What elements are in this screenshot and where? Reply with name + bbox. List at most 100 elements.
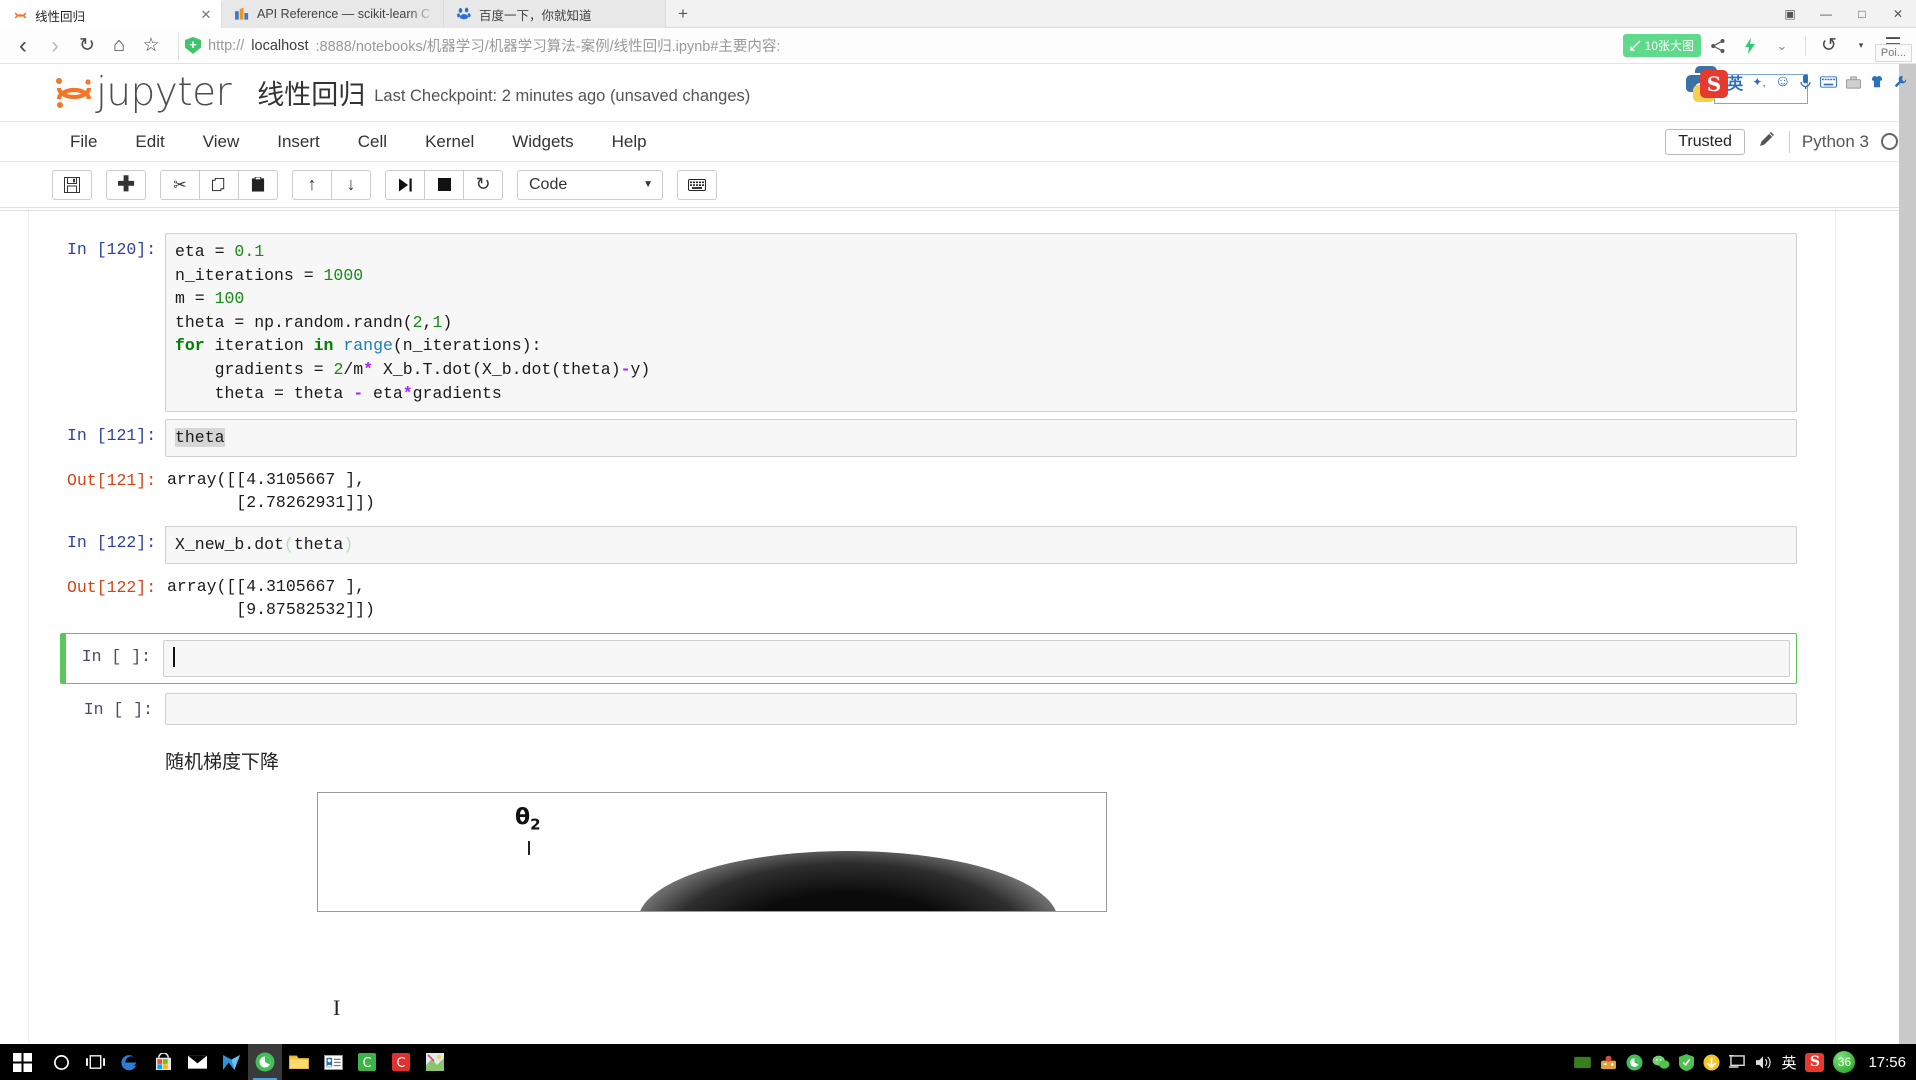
browser-icon[interactable] — [1626, 1053, 1643, 1071]
menu-widgets[interactable]: Widgets — [494, 128, 591, 156]
forward-icon[interactable]: › — [40, 31, 70, 61]
nvidia-icon[interactable] — [1574, 1056, 1592, 1069]
keyboard-icon[interactable] — [677, 169, 717, 200]
star-icon[interactable]: ✦, — [1752, 75, 1765, 89]
notebook-scroll-area[interactable]: In [120]: eta = 0.1 n_iterations = 1000 … — [0, 210, 1916, 1044]
taskbar-clock[interactable]: 17:56 — [1864, 1054, 1906, 1071]
window-vertical-scrollbar[interactable] — [1899, 64, 1916, 1044]
cmd-red-icon[interactable]: C — [384, 1044, 418, 1080]
menu-edit[interactable]: Edit — [117, 128, 182, 156]
display-icon[interactable] — [1729, 1054, 1746, 1070]
menu-file[interactable]: File — [52, 128, 115, 156]
toolbar-group-move: ↑ ↓ — [292, 169, 371, 200]
menu-kernel[interactable]: Kernel — [407, 128, 492, 156]
task-view-icon[interactable] — [78, 1044, 112, 1080]
home-icon[interactable]: ⌂ — [104, 31, 134, 61]
cell-input-editor[interactable] — [165, 693, 1797, 726]
cell-input-editor[interactable]: X_new_b.dot(theta) — [165, 525, 1797, 564]
kernel-idle-icon[interactable] — [1881, 133, 1898, 150]
soft-keyboard-icon[interactable] — [1820, 76, 1837, 88]
bookmark-star-icon[interactable]: ☆ — [136, 31, 166, 61]
browser-tab-2[interactable]: 百度一下，你就知道 — [444, 0, 666, 28]
update-icon[interactable] — [1703, 1053, 1720, 1071]
back-icon[interactable]: ‹ — [8, 31, 38, 61]
close-window-button[interactable]: ✕ — [1880, 0, 1916, 28]
paste-icon[interactable] — [238, 169, 278, 200]
cortana-search-icon[interactable] — [44, 1044, 78, 1080]
run-icon[interactable] — [385, 169, 425, 200]
code-cell-122[interactable]: In [122]: X_new_b.dot(theta) — [67, 525, 1797, 564]
volume-icon[interactable] — [1755, 1055, 1772, 1070]
trust-status-badge[interactable]: Trusted — [1665, 128, 1745, 155]
cell-input-editor[interactable]: eta = 0.1 n_iterations = 1000 m = 100 th… — [165, 233, 1797, 413]
jupyter-logo[interactable]: jupyter — [52, 70, 232, 115]
copy-icon[interactable] — [199, 169, 239, 200]
reload-icon[interactable]: ↻ — [72, 31, 102, 61]
close-icon[interactable]: ✕ — [199, 8, 213, 22]
checkpoint-status: Last Checkpoint: 2 minutes ago (unsaved … — [374, 86, 751, 105]
browser-tab-0[interactable]: 线性回归 ✕ — [0, 0, 222, 28]
cell-input-editor[interactable] — [163, 639, 1790, 678]
cell-output-text: array([[4.3105667 ], [9.87582532]]) — [167, 576, 375, 620]
notebook-title[interactable]: 线性回归 — [257, 73, 365, 112]
markdown-text: 随机梯度下降 — [165, 751, 280, 774]
cell-prompt-out: Out[122]: — [67, 577, 157, 597]
code-cell-empty[interactable]: In [ ]: — [67, 693, 1797, 726]
edge-browser-icon[interactable] — [112, 1044, 146, 1080]
big-image-badge[interactable]: 10张大图 — [1622, 34, 1701, 57]
file-explorer-icon[interactable] — [282, 1044, 316, 1080]
sogou-icon[interactable]: S — [1805, 1052, 1825, 1072]
skin-icon[interactable] — [1870, 75, 1884, 89]
minimize-window-button[interactable]: — — [1808, 0, 1844, 28]
maximize-window-button[interactable]: □ — [1844, 0, 1880, 28]
ime-language-indicator[interactable]: 英 — [1781, 1052, 1796, 1073]
chrome-green-browser-icon[interactable] — [248, 1044, 282, 1080]
mail-icon[interactable] — [180, 1044, 214, 1080]
browser-window: 线性回归 ✕ API Reference — scikit-learn C 百度… — [0, 0, 1916, 1080]
paint-icon[interactable] — [418, 1044, 452, 1080]
menu-insert[interactable]: Insert — [259, 128, 338, 156]
browser-navbar: ‹ › ↻ ⌂ ☆ http:// localhost:8888/notebook… — [0, 28, 1916, 64]
shield-icon[interactable] — [1679, 1053, 1695, 1071]
cell-type-value: Code — [529, 175, 568, 193]
settings-wrench-icon[interactable] — [1893, 75, 1907, 89]
code-cell-active-empty[interactable]: In [ ]: — [60, 632, 1797, 685]
cell-type-select[interactable]: Code ▼ — [517, 169, 663, 200]
history-dropdown-icon[interactable]: ▾ — [1846, 31, 1876, 61]
history-back-icon[interactable]: ↺ — [1814, 31, 1844, 61]
share-icon[interactable] — [1703, 31, 1733, 61]
ime-lang-mode[interactable]: 英 — [1727, 70, 1743, 94]
address-bar[interactable]: http:// localhost:8888/notebooks/机器学习/机器学… — [178, 31, 1615, 60]
browser-tab-1[interactable]: API Reference — scikit-learn C — [222, 0, 444, 28]
microsoft-store-icon[interactable] — [146, 1044, 180, 1080]
stop-square-icon[interactable] — [424, 169, 464, 200]
pencil-icon[interactable] — [1757, 129, 1777, 154]
chevron-down-icon[interactable]: ⌄ — [1767, 31, 1797, 61]
menu-cell[interactable]: Cell — [340, 128, 405, 156]
restart-icon[interactable]: ↻ — [463, 169, 503, 200]
windows-start-icon[interactable] — [0, 1044, 44, 1080]
code-cell-120[interactable]: In [120]: eta = 0.1 n_iterations = 1000 … — [67, 233, 1797, 413]
scissors-icon[interactable]: ✂ — [160, 169, 200, 200]
contacts-icon[interactable] — [316, 1044, 350, 1080]
code-cell-121[interactable]: In [121]: theta — [67, 419, 1797, 457]
restore-window-button[interactable]: ▣ — [1772, 0, 1808, 28]
lightning-icon[interactable] — [1735, 31, 1765, 61]
menu-view[interactable]: View — [185, 128, 258, 156]
toolbox-icon[interactable] — [1846, 75, 1861, 89]
wechat-icon[interactable] — [1652, 1055, 1670, 1070]
game-icon[interactable] — [1600, 1055, 1617, 1070]
wps-icon[interactable] — [214, 1044, 248, 1080]
save-icon[interactable] — [52, 169, 92, 200]
cmd-green-icon[interactable]: C — [350, 1044, 384, 1080]
arrow-up-icon[interactable]: ↑ — [292, 169, 332, 200]
markdown-cell[interactable]: 随机梯度下降 — [67, 747, 1797, 774]
cell-input-editor[interactable]: theta — [165, 419, 1797, 457]
arrow-down-icon[interactable]: ↓ — [331, 169, 371, 200]
smiley-icon[interactable]: ☺ — [1775, 73, 1791, 91]
new-tab-button[interactable]: + — [666, 0, 700, 27]
battery-badge[interactable]: 36 — [1833, 1051, 1856, 1073]
menu-help[interactable]: Help — [594, 128, 665, 156]
plus-icon[interactable]: ✚ — [106, 169, 146, 200]
microphone-icon[interactable] — [1800, 74, 1811, 90]
